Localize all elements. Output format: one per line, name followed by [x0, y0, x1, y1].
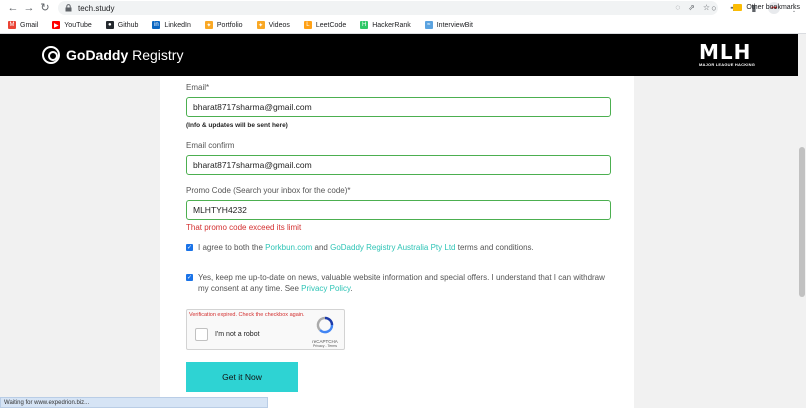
videos-icon: ✦ — [256, 21, 265, 29]
godaddy-logo-icon — [42, 46, 60, 64]
recaptcha-widget: Verification expired. Check the checkbox… — [186, 309, 345, 350]
bookmark-gmail[interactable]: M Gmail — [8, 21, 38, 29]
bookmark-portfolio[interactable]: ✦ Portfolio — [204, 21, 243, 29]
updates-checkbox[interactable]: ✓ — [186, 274, 193, 281]
bookmark-interviewbit[interactable]: ≈ InterviewBit — [424, 21, 473, 29]
site-header: GoDaddy Registry MLH MAJOR LEAGUE HACKIN… — [0, 34, 806, 76]
folder-icon — [733, 4, 743, 11]
address-bar[interactable]: tech.study ◌ ⇗ ☆ — [58, 1, 718, 15]
youtube-icon: ▶ — [52, 21, 61, 29]
github-icon: ● — [105, 21, 114, 29]
reload-icon[interactable]: ↻ — [38, 1, 52, 15]
terms-checkbox[interactable]: ✓ — [186, 244, 193, 251]
email-label: Email* — [186, 83, 210, 92]
url-text: tech.study — [78, 3, 115, 13]
browser-toolbar: ← → ↻ tech.study ◌ ⇗ ☆ ○ ✚ ▮ ●● ⋮ — [0, 0, 806, 17]
bookmark-hackerrank[interactable]: H HackerRank — [360, 21, 411, 29]
recaptcha-logo: reCAPTCHA Privacy - Terms — [310, 316, 340, 348]
forward-arrow-icon[interactable]: → — [22, 1, 36, 15]
back-arrow-icon[interactable]: ← — [6, 1, 20, 15]
other-bookmarks[interactable]: Other bookmarks — [733, 4, 800, 11]
gmail-icon: M — [8, 21, 16, 29]
godaddy-registry-logo[interactable]: GoDaddy Registry — [42, 46, 183, 64]
status-bar: Waiting for www.expedrion.biz... — [0, 397, 268, 408]
bookmark-github[interactable]: ● Github — [105, 21, 138, 29]
porkbun-link[interactable]: Porkbun.com — [265, 243, 312, 252]
terms-checkbox-row: ✓ I agree to both the Porkbun.com and Go… — [186, 243, 534, 252]
recaptcha-error: Verification expired. Check the checkbox… — [189, 312, 305, 318]
bookmark-leetcode[interactable]: L LeetCode — [303, 21, 346, 29]
form-panel: Email* bharat8717sharma@gmail.com (Info … — [160, 76, 634, 408]
mlh-logo[interactable]: MLH MAJOR LEAGUE HACKING — [699, 42, 759, 72]
recaptcha-links[interactable]: Privacy - Terms — [310, 344, 340, 348]
email-field[interactable]: bharat8717sharma@gmail.com — [186, 97, 611, 117]
portfolio-icon: ✦ — [204, 21, 213, 29]
recaptcha-label: I'm not a robot — [215, 331, 260, 338]
promo-code-error: That promo code exceed its limit — [186, 223, 302, 232]
bookmark-youtube[interactable]: ▶ YouTube — [52, 21, 92, 29]
email-confirm-field[interactable]: bharat8717sharma@gmail.com — [186, 155, 611, 175]
privacy-policy-link[interactable]: Privacy Policy — [301, 284, 350, 293]
extension-icon[interactable]: ○ — [708, 1, 720, 15]
bookmarks-bar: M Gmail ▶ YouTube ● Github in LinkedIn ✦ Portfoli… — [0, 17, 806, 34]
email-confirm-label: Email confirm — [186, 141, 235, 150]
share-icon[interactable]: ⇗ — [688, 3, 695, 12]
scrollbar-thumb[interactable] — [799, 147, 805, 297]
recaptcha-icon — [316, 316, 334, 334]
interviewbit-icon: ≈ — [424, 21, 433, 29]
lock-icon — [64, 4, 72, 12]
linkedin-icon: in — [152, 21, 161, 29]
page-scrollbar[interactable] — [798, 34, 806, 408]
godaddy-registry-link[interactable]: GoDaddy Registry Australia Pty Ltd — [330, 243, 455, 252]
eye-off-icon[interactable]: ◌ — [675, 3, 680, 12]
bookmark-videos[interactable]: ✦ Videos — [256, 21, 290, 29]
get-it-now-button[interactable]: Get it Now — [186, 362, 298, 392]
updates-checkbox-row: ✓ Yes, keep me up-to-date on news, valua… — [186, 273, 605, 293]
promo-code-label: Promo Code (Search your inbox for the co… — [186, 186, 351, 195]
recaptcha-checkbox[interactable] — [195, 328, 208, 341]
promo-code-field[interactable]: MLHTYH4232 — [186, 200, 611, 220]
email-note: (Info & updates will be sent here) — [186, 122, 288, 129]
bookmark-linkedin[interactable]: in LinkedIn — [152, 21, 191, 29]
hackerrank-icon: H — [360, 21, 369, 29]
leetcode-icon: L — [303, 21, 312, 29]
